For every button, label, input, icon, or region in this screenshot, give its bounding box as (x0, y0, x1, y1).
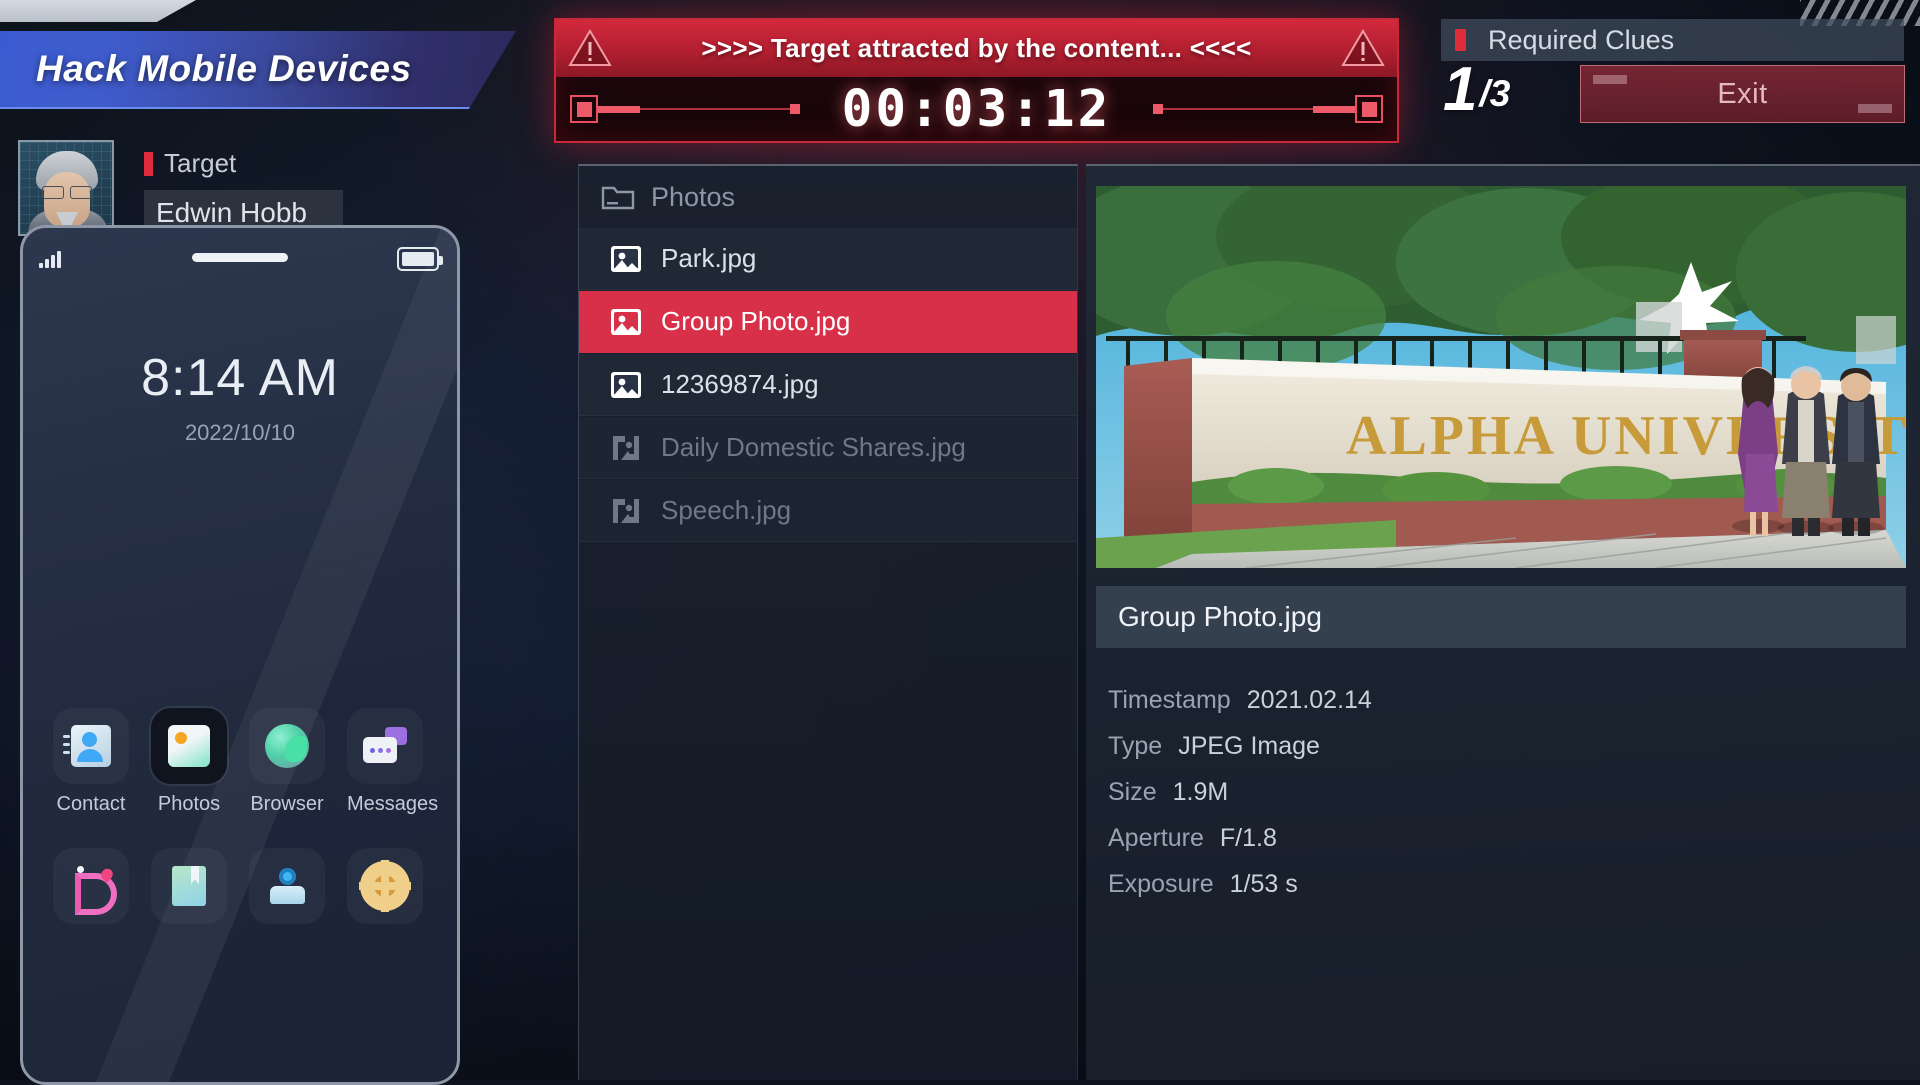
preview-title-bar: Group Photo.jpg (1096, 586, 1906, 648)
phone-app-row-2 (53, 848, 423, 924)
target-label-row: Target (144, 148, 343, 179)
app-messages[interactable]: Messages (347, 708, 439, 816)
photo-preview[interactable]: ALPHA UNIVERSITY (1096, 186, 1906, 568)
avatar-glasses (42, 186, 92, 199)
clue-counter: 1 /3 (1443, 55, 1511, 124)
file-preview-panel: ALPHA UNIVERSITY Group Photo.jpg Timesta… (1086, 164, 1920, 1080)
exit-corner-decoration (1593, 75, 1627, 84)
metadata-key: Type (1108, 732, 1163, 760)
metadata-row: Aperture F/1.8 (1108, 824, 1900, 870)
metadata-row: Size 1.9M (1108, 778, 1900, 824)
warning-triangle-icon (1341, 28, 1385, 68)
app-book[interactable] (151, 848, 227, 924)
contacts-icon (53, 708, 129, 784)
file-row[interactable]: Park.jpg (579, 228, 1077, 290)
image-file-icon (609, 244, 643, 274)
metadata-list: Timestamp 2021.02.14 Type JPEG Image Siz… (1108, 686, 1900, 916)
music-icon (53, 848, 129, 924)
book-icon (151, 848, 227, 924)
file-name: Speech.jpg (661, 495, 792, 525)
avatar (18, 140, 114, 236)
red-tick-icon (1455, 29, 1466, 51)
corrupted-file-icon (609, 496, 643, 526)
metadata-key: Size (1108, 778, 1157, 806)
corrupted-file-icon (609, 433, 643, 463)
clue-total: /3 (1479, 72, 1511, 114)
app-profile[interactable] (249, 848, 325, 924)
file-row[interactable]: Group Photo.jpg (579, 291, 1077, 353)
metadata-row: Exposure 1/53 s (1108, 870, 1900, 916)
image-file-icon (609, 307, 643, 337)
timer-rail-left (570, 95, 800, 123)
messages-icon (347, 708, 423, 784)
target-info: Target Edwin Hobb (144, 140, 343, 236)
file-row[interactable]: 12369874.jpg (579, 354, 1077, 416)
folder-name: Photos (651, 181, 736, 212)
metadata-row: Timestamp 2021.02.14 (1108, 686, 1900, 732)
signal-icon (39, 250, 61, 268)
exit-button[interactable]: Exit (1580, 65, 1905, 123)
phone-clock: 8:14 AM 2022/10/10 (23, 348, 457, 446)
required-clues-label: Required Clues (1488, 24, 1675, 55)
image-file-icon (609, 370, 643, 400)
file-name: Daily Domestic Shares.jpg (661, 432, 966, 462)
exit-button-label: Exit (1717, 77, 1768, 110)
browser-globe-icon (249, 708, 325, 784)
folder-icon (601, 183, 635, 211)
phone-mockup[interactable]: 8:14 AM 2022/10/10 Contact Photos Browse… (20, 225, 460, 1085)
metadata-value: 2021.02.14 (1246, 686, 1372, 714)
timer-bar: 00:03:12 (556, 77, 1397, 141)
file-name: 12369874.jpg (661, 369, 819, 399)
app-browser[interactable]: Browser (249, 708, 325, 816)
preview-file-name: Group Photo.jpg (1118, 601, 1322, 632)
file-name: Park.jpg (661, 243, 757, 273)
metadata-value: F/1.8 (1219, 824, 1277, 852)
target-label: Target (164, 148, 237, 178)
phone-status-bar (23, 244, 457, 274)
target-block: Target Edwin Hobb (18, 140, 343, 236)
mission-title: Hack Mobile Devices (36, 48, 412, 89)
required-clues-header: Required Clues (1441, 19, 1904, 61)
folder-breadcrumb[interactable]: Photos (579, 166, 1077, 228)
alert-timer-banner: >>>> Target attracted by the content... … (554, 18, 1399, 143)
app-label: Contact (56, 793, 126, 815)
phone-time: 8:14 AM (141, 349, 339, 407)
file-list-panel: Photos Park.jpg Group Photo.jpg 12369874… (578, 164, 1078, 1080)
app-photos[interactable]: Photos (151, 708, 227, 816)
app-label: Browser (250, 793, 324, 815)
alert-message-bar: >>>> Target attracted by the content... … (556, 20, 1397, 77)
metadata-key: Aperture (1108, 824, 1204, 852)
photos-icon (151, 708, 227, 784)
metadata-row: Type JPEG Image (1108, 732, 1900, 778)
file-name: Group Photo.jpg (661, 306, 851, 336)
metadata-value: JPEG Image (1178, 732, 1320, 760)
app-music[interactable] (53, 848, 129, 924)
mission-title-banner: Hack Mobile Devices (0, 31, 516, 109)
alert-message: >>>> Target attracted by the content... … (701, 33, 1252, 63)
file-row: Daily Domestic Shares.jpg (579, 417, 1077, 479)
app-settings[interactable] (347, 848, 423, 924)
red-tick-icon (144, 151, 153, 176)
phone-date: 2022/10/10 (184, 420, 296, 445)
metadata-value: 1.9M (1172, 778, 1229, 806)
battery-icon (397, 247, 443, 271)
app-label: Photos (157, 793, 221, 815)
phone-app-row-1: Contact Photos Browser Messages (53, 708, 439, 816)
metadata-key: Exposure (1108, 870, 1214, 898)
metadata-key: Timestamp (1108, 686, 1231, 714)
countdown-timer: 00:03:12 (841, 79, 1112, 139)
metadata-value: 1/53 s (1229, 870, 1298, 898)
exit-corner-decoration (1858, 104, 1892, 113)
file-row: Speech.jpg (579, 480, 1077, 542)
profile-icon (249, 848, 325, 924)
warning-triangle-icon (568, 28, 612, 68)
timer-rail-right (1153, 95, 1383, 123)
phone-notch (192, 253, 288, 262)
settings-gear-icon (347, 848, 423, 924)
app-label: Messages (347, 793, 439, 815)
app-contact[interactable]: Contact (53, 708, 129, 816)
clue-current: 1 (1443, 55, 1478, 124)
